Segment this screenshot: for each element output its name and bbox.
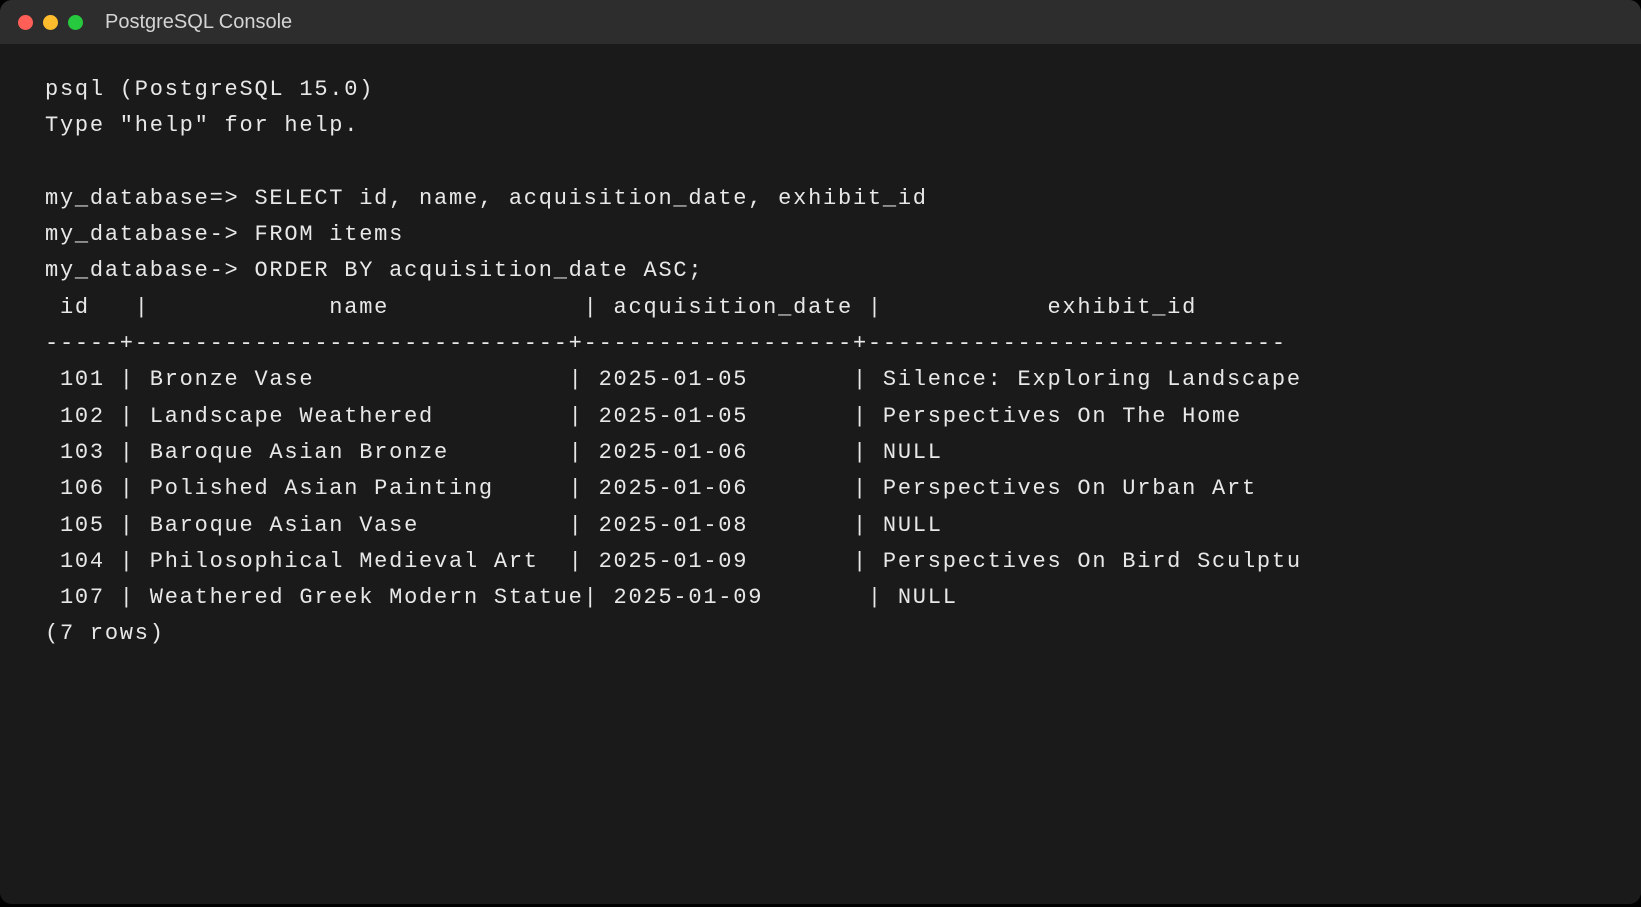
titlebar[interactable]: PostgreSQL Console [0,0,1641,44]
minimize-icon[interactable] [43,15,58,30]
close-icon[interactable] [18,15,33,30]
window-title: PostgreSQL Console [105,11,292,34]
terminal-window: PostgreSQL Console psql (PostgreSQL 15.0… [0,0,1641,904]
terminal-output[interactable]: psql (PostgreSQL 15.0) Type "help" for h… [0,44,1641,904]
maximize-icon[interactable] [68,15,83,30]
traffic-lights [18,15,83,30]
